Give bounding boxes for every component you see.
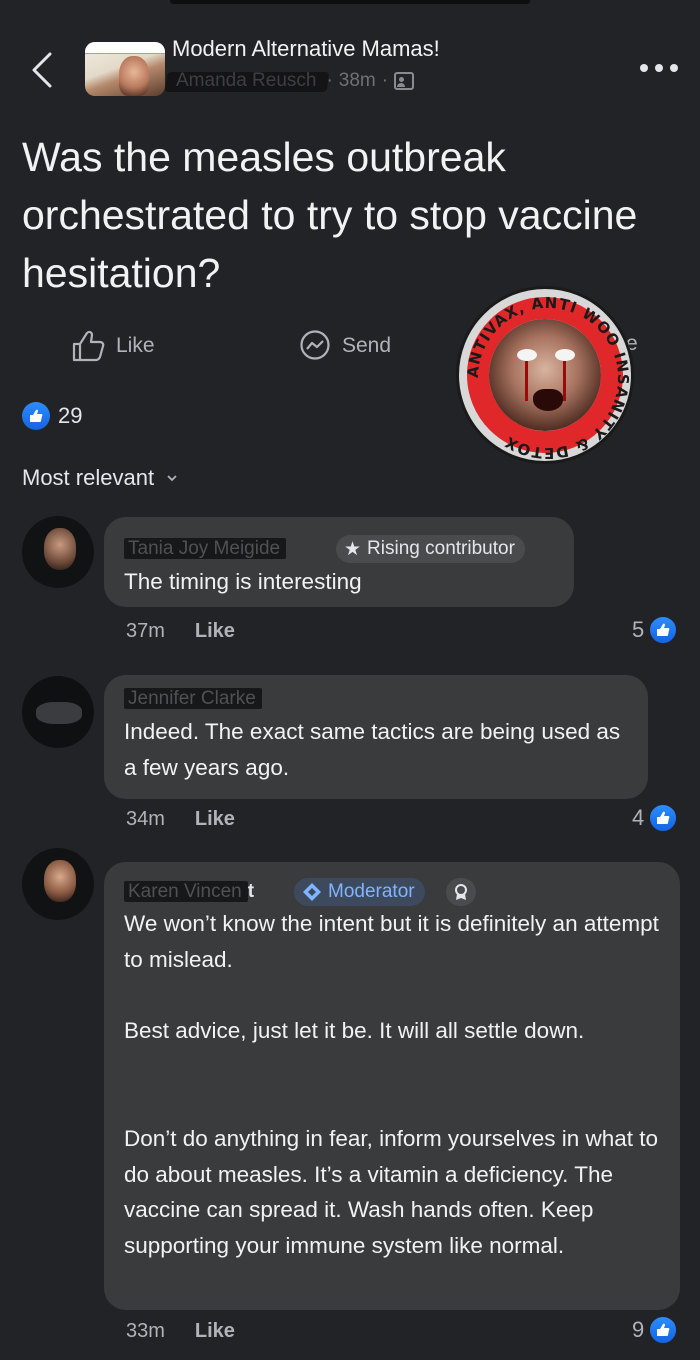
more-dot-icon — [655, 64, 663, 72]
group-avatar[interactable] — [85, 42, 165, 96]
sort-label: Most relevant — [22, 465, 155, 490]
post-header: Modern Alternative Mamas! Amanda Reusch … — [0, 28, 700, 108]
like-reaction-icon — [648, 803, 679, 833]
comment-paragraph: We won’t know the intent but it is defin… — [124, 911, 659, 972]
reaction-count: 29 — [58, 403, 83, 428]
chevron-left-icon — [32, 52, 52, 88]
like-reaction-icon — [22, 402, 50, 430]
comment-author[interactable]: Tania Joy Meigide — [124, 538, 287, 560]
comment-like-button[interactable]: Like — [195, 1320, 235, 1343]
messenger-icon — [300, 330, 330, 360]
comment-time[interactable]: 34m — [126, 808, 165, 831]
chevron-down-icon — [167, 475, 177, 482]
like-button[interactable]: Like — [70, 328, 155, 364]
comment-meta: 37m Like — [126, 620, 235, 643]
comment-avatar[interactable] — [22, 676, 94, 748]
star-icon: ★ — [344, 538, 362, 560]
thumbs-up-icon — [72, 330, 105, 362]
comment-time[interactable]: 33m — [126, 1320, 165, 1343]
comment-like-button[interactable]: Like — [195, 620, 235, 643]
send-label: Send — [342, 334, 392, 357]
more-dot-icon — [640, 64, 648, 72]
send-button[interactable]: Send — [298, 328, 391, 364]
post-meta: Amanda Reusch · 38m · — [172, 68, 415, 94]
more-options-button[interactable] — [636, 58, 682, 78]
comment-reactions[interactable]: 4 — [632, 803, 679, 833]
comment-reactions[interactable]: 9 — [632, 1315, 679, 1345]
moderator-badge[interactable]: Moderator — [294, 878, 425, 906]
comment-author[interactable]: Jennifer Clarke — [124, 688, 262, 710]
back-button[interactable] — [22, 48, 62, 92]
comment-meta: 34m Like — [126, 808, 235, 831]
rising-contributor-badge[interactable]: ★ Rising contributor — [336, 535, 525, 563]
like-reaction-icon — [648, 1315, 679, 1345]
moderator-shield-icon — [303, 883, 321, 901]
comment-time[interactable]: 37m — [126, 620, 165, 643]
comment-text: Indeed. The exact same tactics are being… — [124, 719, 621, 780]
like-reaction-icon — [648, 615, 679, 645]
comment-author[interactable]: Karen Vincen t — [124, 881, 254, 903]
sticker-overlay: ANTIVAX, ANTI WOO INSANITY & DETOX — [456, 286, 634, 464]
status-bar-notch — [170, 0, 530, 4]
like-label: Like — [116, 334, 155, 357]
comment-avatar[interactable] — [22, 848, 94, 920]
members-icon — [394, 72, 415, 90]
comment-reactions[interactable]: 5 — [632, 615, 679, 645]
award-badge-icon[interactable] — [446, 878, 476, 906]
group-name[interactable]: Modern Alternative Mamas! — [172, 36, 440, 62]
meta-separator: · — [381, 70, 389, 91]
post-text: Was the measles outbreak orchestrated to… — [22, 134, 638, 296]
comment-avatar[interactable] — [22, 516, 94, 588]
more-dot-icon — [670, 64, 678, 72]
comment-sort-dropdown[interactable]: Most relevant — [22, 462, 178, 494]
post-time[interactable]: 38m — [339, 70, 376, 92]
comment-paragraph: Don’t do anything in fear, inform yourse… — [124, 1126, 659, 1258]
comment-like-button[interactable]: Like — [195, 808, 235, 831]
post-reactions[interactable]: 29 — [22, 400, 82, 432]
comment-text: The timing is interesting — [124, 569, 362, 594]
comment-paragraph: Best advice, just let it be. It will all… — [124, 1018, 585, 1043]
post-author[interactable]: Amanda Reusch — [172, 70, 320, 92]
comment-meta: 33m Like — [126, 1320, 235, 1343]
